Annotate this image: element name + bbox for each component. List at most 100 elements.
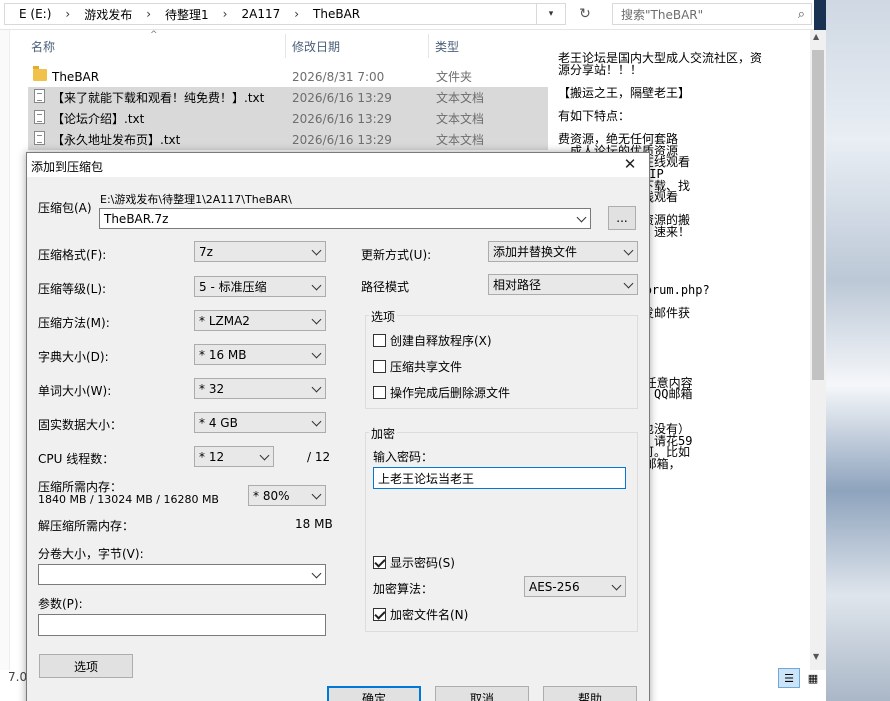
chevron-down-icon[interactable] — [577, 213, 587, 223]
desktop-wallpaper — [826, 0, 890, 701]
breadcrumb[interactable]: E (E:) › 游戏发布 › 待整理1 › 2A117 › TheBAR — [4, 3, 566, 25]
path-mode-select[interactable]: 相对路径 — [488, 274, 638, 295]
help-button[interactable]: 帮助 — [543, 686, 637, 701]
split-size-combobox[interactable] — [38, 564, 326, 585]
password-input[interactable]: 上老王论坛当老王 — [373, 467, 626, 489]
cpu-threads-value: * 12 — [199, 449, 225, 464]
file-name: 【论坛介绍】.txt — [52, 112, 145, 126]
checkbox-box[interactable] — [373, 556, 386, 569]
memory-percent-select[interactable]: * 80% — [248, 485, 326, 506]
level-select[interactable]: 5 - 标准压缩 — [194, 276, 326, 297]
chevron-down-icon — [312, 246, 322, 256]
encrypt-names-label: 加密文件名(N) — [390, 608, 469, 622]
delete-after-checkbox[interactable]: 操作完成后删除源文件 — [373, 384, 510, 401]
checkbox-box[interactable] — [373, 608, 386, 621]
column-header-name[interactable]: 名称 — [31, 30, 55, 62]
file-row[interactable]: 【来了就能下载和观看！纯免费！】.txt 2026/6/16 13:29 文本文… — [28, 87, 548, 108]
method-label: 压缩方法(M): — [38, 316, 110, 330]
options-button[interactable]: 选项 — [39, 654, 133, 678]
breadcrumb-item[interactable]: 待整理1 — [165, 6, 209, 23]
file-date: 2026/6/16 13:29 — [292, 111, 392, 126]
column-divider[interactable] — [285, 34, 286, 58]
breadcrumb-item[interactable]: E (E:) — [19, 7, 51, 21]
scroll-down-icon[interactable]: ▼ — [813, 652, 819, 661]
cpu-threads-total: / 12 — [307, 450, 331, 464]
solid-size-label: 固实数据大小： — [38, 418, 123, 432]
method-select[interactable]: * LZMA2 — [194, 310, 326, 331]
ok-button[interactable]: 确定 — [327, 686, 421, 701]
text-file-icon — [34, 89, 45, 103]
column-divider[interactable] — [428, 34, 429, 58]
path-mode-value: 相对路径 — [493, 278, 542, 292]
method-value: * LZMA2 — [199, 313, 250, 328]
breadcrumb-item[interactable]: TheBAR — [313, 7, 360, 21]
dictionary-select[interactable]: * 16 MB — [194, 344, 326, 365]
preview-text-line: 有如下特点： — [558, 109, 631, 123]
chevron-down-icon — [312, 417, 322, 427]
format-value: 7z — [199, 244, 213, 259]
chevron-down-icon — [312, 349, 322, 359]
compress-shared-checkbox[interactable]: 压缩共享文件 — [373, 358, 462, 375]
archive-name-combobox[interactable]: TheBAR.7z — [99, 208, 591, 229]
parameters-input[interactable] — [38, 614, 326, 636]
close-icon[interactable]: ✕ — [619, 155, 641, 175]
file-date: 2026/8/31 7:00 — [292, 69, 385, 84]
update-mode-select[interactable]: 添加并替换文件 — [488, 241, 638, 262]
file-row-folder[interactable]: TheBAR 2026/8/31 7:00 文件夹 — [28, 66, 548, 87]
file-type: 文本文档 — [436, 112, 485, 126]
chevron-down-icon — [612, 581, 622, 591]
show-password-checkbox[interactable]: 显示密码(S) — [373, 554, 455, 571]
word-size-select[interactable]: * 32 — [194, 378, 326, 399]
details-view-icon[interactable]: ☰ — [778, 668, 800, 688]
large-icons-view-icon[interactable]: ▦ — [802, 668, 824, 688]
chevron-right-icon: › — [222, 7, 228, 21]
solid-size-select[interactable]: * 4 GB — [194, 412, 326, 433]
encryption-method-label: 加密算法： — [373, 582, 434, 596]
refresh-button[interactable]: ↻ — [570, 3, 600, 25]
chevron-down-icon: ▾ — [548, 9, 554, 19]
scrollbar-thumb[interactable] — [812, 50, 824, 380]
path-mode-label: 路径模式 — [361, 280, 410, 294]
checkbox-box[interactable] — [373, 386, 386, 399]
file-row[interactable]: 【永久地址发布页】.txt 2026/6/16 13:29 文本文档 — [28, 129, 548, 150]
cpu-threads-label: CPU 线程数： — [38, 452, 115, 466]
split-size-label: 分卷大小，字节(V): — [38, 547, 144, 561]
file-name: TheBAR — [52, 69, 100, 84]
chevron-down-icon — [312, 490, 322, 500]
encrypt-names-checkbox[interactable]: 加密文件名(N) — [373, 606, 468, 623]
navigation-pane-edge — [0, 30, 10, 670]
column-header-type[interactable]: 类型 — [435, 30, 459, 62]
file-type: 文本文档 — [436, 133, 485, 147]
breadcrumb-item[interactable]: 2A117 — [241, 7, 280, 21]
chevron-down-icon — [312, 281, 322, 291]
update-mode-value: 添加并替换文件 — [493, 245, 578, 259]
chevron-down-icon — [260, 451, 270, 461]
browse-button[interactable]: ... — [608, 206, 636, 230]
add-to-archive-dialog: 添加到压缩包 ✕ 压缩包(A) E:\游戏发布\待整理1\2A117\TheBA… — [26, 152, 650, 701]
cancel-button[interactable]: 取消 — [435, 686, 529, 701]
file-date: 2026/6/16 13:29 — [292, 90, 392, 105]
create-sfx-checkbox[interactable]: 创建自释放程序(X) — [373, 332, 492, 349]
chevron-down-icon — [312, 383, 322, 393]
dialog-titlebar[interactable]: 添加到压缩包 ✕ — [27, 153, 649, 177]
options-group-title: 选项 — [369, 308, 398, 325]
memory-decompress-label: 解压缩所需内存： — [38, 519, 135, 533]
file-row[interactable]: 【论坛介绍】.txt 2026/6/16 13:29 文本文档 — [28, 108, 548, 129]
column-header-date[interactable]: 修改日期 — [292, 30, 340, 62]
archive-name-value: TheBAR.7z — [104, 211, 169, 226]
encryption-method-select[interactable]: AES-256 — [524, 576, 626, 597]
chevron-down-icon[interactable] — [312, 569, 322, 579]
scroll-up-icon[interactable]: ▲ — [813, 32, 819, 41]
breadcrumb-item[interactable]: 游戏发布 — [84, 6, 132, 23]
checkbox-box[interactable] — [373, 360, 386, 373]
format-select[interactable]: 7z — [194, 241, 326, 262]
address-dropdown-button[interactable]: ▾ — [536, 3, 566, 25]
chevron-down-icon — [624, 279, 634, 289]
chevron-right-icon: › — [146, 7, 152, 21]
parameters-label: 参数(P): — [38, 597, 83, 611]
text-file-icon — [34, 131, 45, 145]
cpu-threads-select[interactable]: * 12 — [194, 446, 274, 467]
dictionary-label: 字典大小(D): — [38, 350, 109, 364]
checkbox-box[interactable] — [373, 334, 386, 347]
search-input[interactable]: 搜索"TheBAR" ⌕ — [612, 3, 812, 25]
